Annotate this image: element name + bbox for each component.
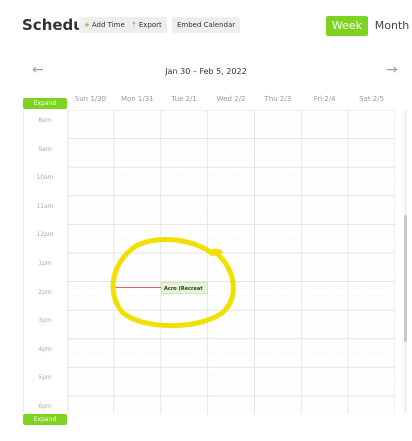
export-icon: ⇡ [131, 21, 137, 29]
hour-label: 3pm [38, 317, 52, 325]
hour-label: 8am [38, 117, 52, 124]
export-button[interactable]: ⇡ Export [126, 17, 167, 33]
calendar-grid[interactable] [67, 110, 395, 414]
hour-label: 1pm [38, 260, 52, 267]
add-time-label: Add Time [91, 21, 125, 29]
next-week-icon[interactable]: → [386, 62, 398, 78]
day-header: Sat 2/5 [359, 95, 385, 103]
day-header: Wed 2/2 [216, 95, 246, 103]
hour-label: 5pm [38, 374, 52, 382]
export-label: Export [138, 21, 162, 29]
day-header: Mon 1/31 [120, 95, 154, 103]
expand-bottom-button[interactable]: Expand [23, 414, 67, 425]
day-header: Tue 2/1 [171, 95, 197, 103]
hour-label: 6pm [38, 403, 52, 410]
hour-label: 10am [36, 174, 54, 182]
date-range: Jan 30 – Feb 5, 2022 [165, 67, 247, 76]
plus-icon: + [84, 21, 90, 29]
month-view-button[interactable]: Month [372, 16, 412, 36]
week-view-button[interactable]: Week [326, 16, 368, 36]
expand-top-button[interactable]: Expand [23, 98, 67, 109]
hour-label: 12pm [36, 231, 54, 239]
scrollbar-thumb[interactable] [404, 215, 407, 342]
hour-label: 4pm [38, 345, 52, 353]
hour-label: 11am [36, 202, 54, 210]
current-time-line [113, 287, 161, 288]
day-header: Sun 1/30 [74, 95, 107, 103]
day-header: Thu 2/3 [264, 95, 292, 103]
event-acro[interactable]: Acro (Recreat [161, 282, 208, 294]
hour-label: 2pm [38, 288, 52, 296]
embed-calendar-button[interactable]: Embed Calendar [172, 17, 241, 33]
hour-label: 9am [38, 145, 52, 153]
add-time-button[interactable]: + Add Time [79, 17, 130, 33]
day-header: Fri 2/4 [313, 95, 336, 103]
